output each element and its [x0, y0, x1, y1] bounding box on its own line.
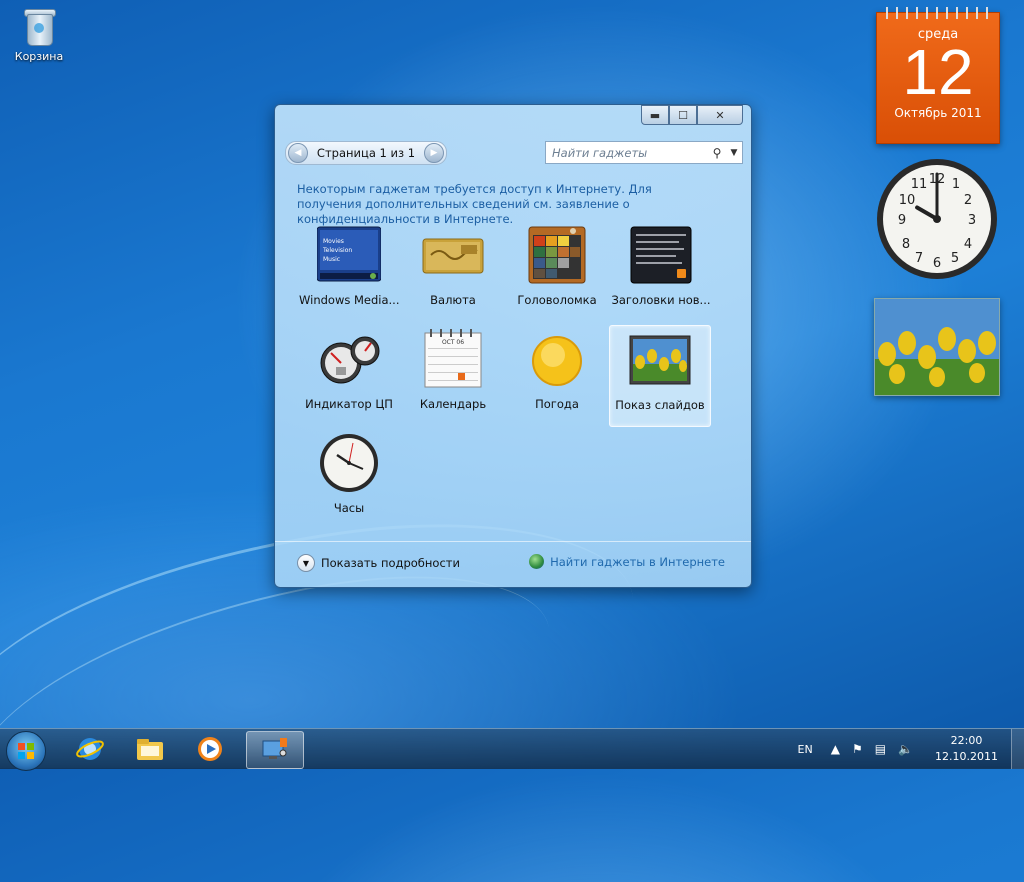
gadget-label: Погода: [535, 397, 579, 411]
gadget-label: Заголовки нов...: [611, 293, 711, 307]
taskbar-date: 12.10.2011: [935, 750, 998, 763]
maximize-button[interactable]: ☐: [669, 105, 697, 125]
windows-media-center-icon: Movies Television Music: [316, 225, 382, 285]
svg-text:10: 10: [899, 193, 916, 208]
show-details-toggle[interactable]: ▼ Показать подробности: [297, 554, 460, 572]
svg-text:1: 1: [952, 177, 960, 192]
slideshow-icon: [628, 330, 692, 390]
window-controls: ▬ ☐ ✕: [641, 105, 743, 125]
search-input[interactable]: Найти гаджеты: [546, 146, 708, 160]
internet-explorer-icon: [76, 738, 104, 760]
taskbar-media-player[interactable]: [182, 731, 238, 767]
next-page-button[interactable]: ▶: [423, 143, 444, 163]
taskbar-time: 22:00: [950, 734, 983, 747]
feed-headlines-icon: [629, 225, 693, 285]
get-more-gadgets-online-link[interactable]: Найти гаджеты в Интернете: [529, 554, 725, 569]
gadget-label: Календарь: [419, 397, 487, 411]
calendar-thumb-month: OCT 06: [442, 339, 464, 346]
close-button[interactable]: ✕: [697, 105, 743, 125]
svg-text:3: 3: [968, 213, 976, 228]
slideshow-gadget[interactable]: [874, 298, 1000, 396]
svg-text:4: 4: [964, 237, 972, 252]
windows-logo-icon: [18, 743, 34, 759]
gadget-label: Индикатор ЦП: [305, 397, 393, 411]
gadget-currency[interactable]: Валюта: [403, 225, 503, 325]
taskbar: EN ▲ ⚑ ▤ 🔈 22:00 12.10.2011: [0, 728, 1024, 771]
start-button[interactable]: [6, 731, 46, 771]
globe-icon: [529, 554, 545, 569]
previous-page-button[interactable]: ◀: [288, 143, 308, 163]
wmc-line-movies: Movies: [323, 238, 344, 245]
gadget-puzzle[interactable]: Головоломка: [507, 225, 607, 325]
media-player-icon: [198, 737, 222, 761]
gadgets-icon: [262, 738, 287, 759]
recycle-bin-icon: [23, 6, 56, 46]
gadget-weather[interactable]: Погода: [507, 329, 607, 429]
search-dropdown-icon[interactable]: ▼: [726, 148, 742, 158]
get-more-gadgets-label: Найти гаджеты в Интернете: [550, 554, 725, 569]
taskbar-windows-explorer[interactable]: [122, 731, 178, 767]
gadget-label: Windows Media...: [299, 293, 400, 307]
calendar-day-number: 12: [902, 36, 974, 108]
wmc-line-music: Music: [323, 256, 340, 263]
page-navigator: ◀ Страница 1 из 1 ▶: [285, 141, 447, 165]
desktop-icon-recycle-bin[interactable]: Корзина: [8, 6, 70, 63]
calendar-month-year: Октябрь 2011: [894, 106, 982, 120]
windows-explorer-icon: [137, 739, 163, 760]
show-hidden-icons-icon[interactable]: ▲: [831, 742, 840, 756]
svg-text:2: 2: [964, 193, 972, 208]
notification-area: EN ▲ ⚑ ▤ 🔈 22:00 12.10.2011: [798, 729, 1024, 769]
gadget-label: Головоломка: [517, 293, 597, 307]
minimize-button[interactable]: ▬: [641, 105, 669, 125]
wmc-line-television: Television: [322, 247, 352, 254]
wallpaper-swoosh-2: [0, 540, 577, 882]
gadget-slideshow[interactable]: Показ слайдов: [609, 325, 711, 427]
gadget-label: Часы: [333, 501, 365, 515]
taskbar-clock[interactable]: 22:00 12.10.2011: [935, 733, 998, 765]
action-center-flag-icon[interactable]: ⚑: [852, 742, 863, 756]
search-icon[interactable]: ⚲: [708, 146, 726, 160]
svg-text:9: 9: [898, 213, 906, 228]
svg-text:6: 6: [933, 256, 941, 271]
language-indicator[interactable]: EN: [798, 743, 813, 756]
clock-gadget[interactable]: 12369 1245 781011: [874, 156, 1000, 282]
show-details-label: Показать подробности: [321, 556, 460, 570]
gadget-calendar[interactable]: OCT 06 Календарь: [403, 329, 503, 429]
svg-text:7: 7: [915, 251, 923, 266]
svg-text:5: 5: [951, 251, 959, 266]
calendar-gadget[interactable]: среда 12 Октябрь 2011: [876, 7, 1000, 144]
network-icon[interactable]: ▤: [875, 742, 886, 756]
gadget-label: Валюта: [430, 293, 476, 307]
show-desktop-button[interactable]: [1011, 729, 1024, 769]
taskbar-internet-explorer[interactable]: [62, 731, 118, 767]
desktop-icon-label: Корзина: [14, 50, 64, 63]
cpu-meter-icon: [317, 329, 381, 389]
svg-text:8: 8: [902, 237, 910, 252]
search-gadgets-box[interactable]: Найти гаджеты ⚲ ▼: [545, 141, 743, 164]
gadget-cpu-meter[interactable]: Индикатор ЦП: [299, 329, 399, 429]
tulips-photo: [875, 299, 999, 395]
clock-face-icon: 12369 1245 781011: [877, 159, 997, 279]
gadget-label: Показ слайдов: [615, 398, 705, 412]
weather-icon: [525, 329, 589, 389]
gadget-clock[interactable]: Часы: [299, 433, 399, 533]
svg-text:11: 11: [911, 177, 928, 192]
currency-icon: [421, 225, 485, 285]
page-indicator: Страница 1 из 1: [316, 146, 416, 160]
calendar-icon: OCT 06: [421, 329, 485, 389]
puzzle-icon: [525, 225, 589, 285]
clock-icon: [317, 433, 381, 493]
calendar-rings: [881, 7, 995, 19]
gadget-feed-headlines[interactable]: Заголовки нов...: [611, 225, 711, 325]
internet-access-notice[interactable]: Некоторым гаджетам требуется доступ к Ин…: [297, 182, 717, 227]
chevron-down-icon: ▼: [297, 554, 315, 572]
gallery-footer: ▼ Показать подробности Найти гаджеты в И…: [275, 541, 751, 588]
taskbar-gadgets[interactable]: [246, 731, 304, 769]
volume-icon[interactable]: 🔈: [898, 742, 913, 756]
gadget-windows-media-center[interactable]: Movies Television Music Windows Media...: [299, 225, 400, 325]
gadget-gallery-window: ▬ ☐ ✕ ◀ Страница 1 из 1 ▶ Найти гаджеты …: [274, 104, 752, 588]
